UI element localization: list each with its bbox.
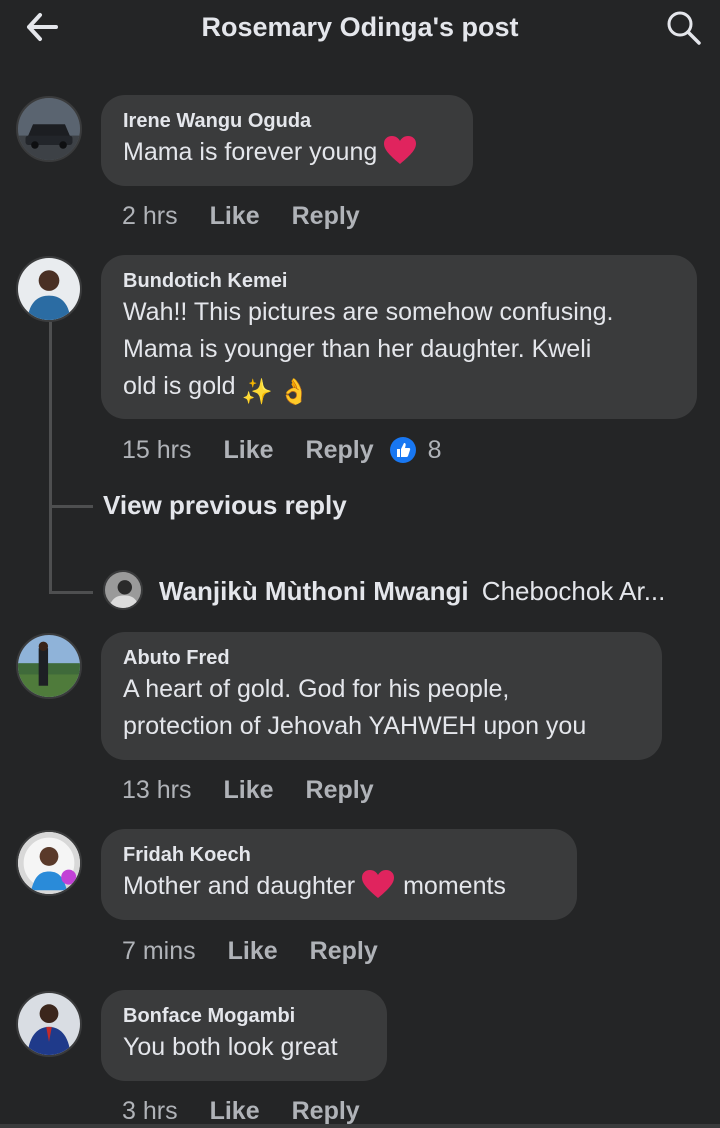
comment-actions: 3 hrs Like Reply — [122, 1093, 392, 1127]
sparkles-icon: ✨ — [241, 378, 273, 406]
bottom-divider — [0, 1124, 720, 1128]
comment-text: Mother and daughter moments — [123, 868, 555, 905]
thread-branch — [49, 505, 93, 508]
avatar[interactable] — [103, 570, 143, 610]
search-button[interactable] — [666, 10, 702, 46]
comment-text: You both look great — [123, 1033, 338, 1061]
top-bar: Rosemary Odinga's post — [0, 0, 720, 56]
outdoor-person-photo-icon — [18, 635, 80, 697]
comment-actions: 7 mins Like Reply — [122, 933, 410, 967]
avatar[interactable] — [16, 256, 82, 322]
car-photo-icon — [18, 98, 80, 160]
avatar[interactable] — [16, 633, 82, 699]
like-button[interactable]: Like — [223, 773, 273, 807]
person-photo-icon — [105, 572, 141, 608]
search-icon — [667, 11, 701, 45]
comment-bubble: Bonface Mogambi You both look great — [101, 990, 387, 1081]
thread-line — [49, 322, 52, 592]
view-previous-reply-link[interactable]: View previous reply — [103, 490, 347, 521]
reply-button[interactable]: Reply — [306, 773, 374, 807]
comment-time: 15 hrs — [122, 436, 192, 465]
reply-button[interactable]: Reply — [292, 199, 360, 233]
comment-bubble: Bundotich Kemei Wah!! This pictures are … — [101, 255, 697, 419]
comment-time: 7 mins — [122, 937, 196, 966]
comment-author[interactable]: Fridah Koech — [123, 842, 555, 868]
like-button[interactable]: Like — [228, 934, 278, 968]
comment-text-line: Mama is younger than her daughter. Kweli — [123, 335, 592, 363]
like-button[interactable]: Like — [210, 1094, 260, 1128]
reply-button[interactable]: Reply — [306, 433, 374, 467]
comment-author[interactable]: Bonface Mogambi — [123, 1003, 365, 1029]
avatar[interactable] — [16, 830, 82, 896]
comment-time: 3 hrs — [122, 1097, 178, 1126]
like-button[interactable]: Like — [223, 433, 273, 467]
ok-hand-icon: 👌 — [278, 378, 310, 406]
comment-actions: 13 hrs Like Reply — [122, 772, 406, 806]
like-button[interactable]: Like — [210, 199, 260, 233]
page-title: Rosemary Odinga's post — [201, 12, 519, 42]
comment-actions: 2 hrs Like Reply — [122, 198, 392, 232]
comment-bubble: Abuto Fred A heart of gold. God for his … — [101, 632, 662, 760]
comment-text: Mama is forever young — [123, 134, 451, 171]
red-heart-icon — [384, 136, 417, 164]
comment-text-line: A heart of gold. God for his people, — [123, 675, 510, 703]
reply-button[interactable]: Reply — [292, 1094, 360, 1128]
person-photo-icon — [18, 258, 80, 320]
reaction-count: 8 — [427, 436, 442, 465]
avatar[interactable] — [16, 991, 82, 1057]
reply-button[interactable]: Reply — [310, 934, 378, 968]
comment-author[interactable]: Irene Wangu Oguda — [123, 108, 451, 134]
comment-author[interactable]: Bundotich Kemei — [123, 268, 675, 294]
reply-snippet: Chebochok Ar... — [481, 576, 666, 606]
comment-time: 13 hrs — [122, 776, 192, 805]
comment-bubble: Irene Wangu Oguda Mama is forever young — [101, 95, 473, 186]
person-suit-photo-icon — [18, 993, 80, 1055]
comment-actions: 15 hrs Like Reply 8 — [122, 432, 442, 466]
comment-time: 2 hrs — [122, 202, 178, 231]
comment-text-line: Wah!! This pictures are somehow confusin… — [123, 298, 614, 326]
comment-bubble: Fridah Koech Mother and daughter moments — [101, 829, 577, 920]
comment-author[interactable]: Abuto Fred — [123, 645, 640, 671]
reply-author[interactable]: Wanjikù Mùthoni Mwangi — [159, 576, 469, 606]
comment-text-line: old is gold ✨ 👌 — [123, 368, 675, 411]
avatar[interactable] — [16, 96, 82, 162]
profile-frame-photo-icon — [18, 832, 80, 894]
red-heart-icon — [362, 870, 395, 898]
reply-preview[interactable]: Wanjikù Mùthoni Mwangi Chebochok Ar... — [159, 576, 665, 607]
thread-branch — [49, 591, 93, 594]
like-reaction-icon[interactable] — [389, 437, 416, 464]
comment-text-line: protection of Jehovah YAHWEH upon you — [123, 712, 587, 740]
